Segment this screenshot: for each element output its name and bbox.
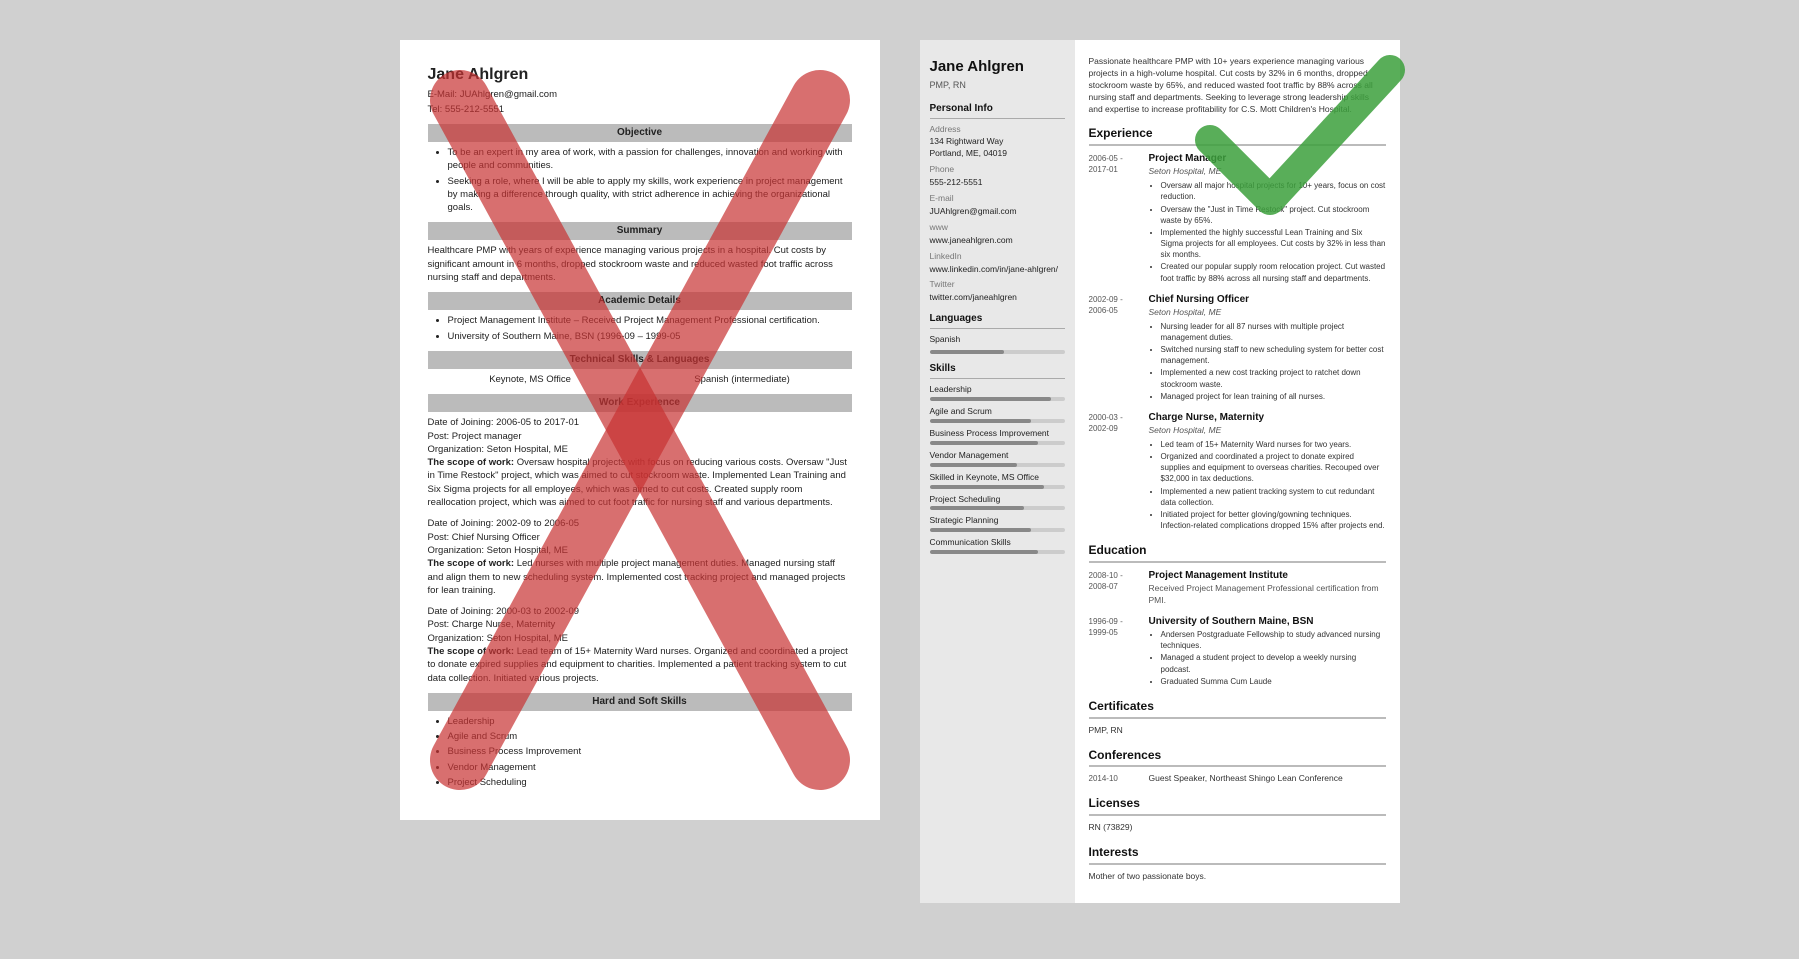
sidebar: Jane Ahlgren PMP, RN Personal Info Addre… <box>920 40 1075 903</box>
skills-col2: Spanish (intermediate) <box>694 373 790 386</box>
bad-resume-tel: Tel: 555-212-5551 <box>428 103 852 116</box>
skill-4: Vendor Management <box>448 761 852 774</box>
work-org-2: Organization: Seton Hospital, ME <box>428 544 852 557</box>
language-spanish: Spanish <box>930 334 1065 346</box>
scope-label-1: The scope of work: <box>428 457 515 468</box>
certificates-section-title: Certificates <box>1089 698 1386 719</box>
skill-1: Leadership <box>448 715 852 728</box>
good-resume-name: Jane Ahlgren <box>930 56 1065 77</box>
work-org-1: Organization: Seton Hospital, ME <box>428 443 852 456</box>
linkedin-value: www.linkedin.com/in/jane-ahlgren/ <box>930 264 1065 276</box>
www-label: www <box>930 222 1065 234</box>
objective-header: Objective <box>428 124 852 142</box>
interest-entry: Mother of two passionate boys. <box>1089 871 1386 883</box>
exp-entry-1: 2006-05 -2017-01 Project Manager Seton H… <box>1089 152 1386 285</box>
summary-text: Healthcare PMP with years of experience … <box>428 244 852 284</box>
work-scope-1: The scope of work: Oversaw hospital proj… <box>428 456 852 509</box>
exp-entry-3: 2000-03 -2002-09 Charge Nurse, Maternity… <box>1089 411 1386 532</box>
twitter-label: Twitter <box>930 279 1065 291</box>
scope-label-2: The scope of work: <box>428 558 515 569</box>
work-post-1: Post: Project manager <box>428 430 852 443</box>
phone-value: 555-212-5551 <box>930 177 1065 189</box>
address-value: 134 Rightward WayPortland, ME, 04019 <box>930 136 1065 160</box>
skill-communication: Communication Skills <box>930 537 1065 554</box>
work-entry-1: Date of Joining: 2006-05 to 2017-01 Post… <box>428 416 852 509</box>
work-org-3: Organization: Seton Hospital, ME <box>428 632 852 645</box>
academic-item-2: University of Southern Maine, BSN (1996-… <box>448 330 852 343</box>
skill-bpi: Business Process Improvement <box>930 428 1065 445</box>
skill-vendor: Vendor Management <box>930 450 1065 467</box>
skill-3: Business Process Improvement <box>448 745 852 758</box>
certificate-entry: PMP, RN <box>1089 725 1386 737</box>
address-label: Address <box>930 124 1065 136</box>
skills-header: Technical Skills & Languages <box>428 351 852 369</box>
skill-scheduling: Project Scheduling <box>930 494 1065 511</box>
work-entry-2: Date of Joining: 2002-09 to 2006-05 Post… <box>428 517 852 597</box>
bad-resume: Jane Ahlgren E-Mail: JUAhlgren@gmail.com… <box>400 40 880 820</box>
conference-entry: 2014-10 Guest Speaker, Northeast Shingo … <box>1089 773 1386 785</box>
scope-label-3: The scope of work: <box>428 646 515 657</box>
skills-row: Keynote, MS Office Spanish (intermediate… <box>428 373 852 386</box>
good-resume-title: PMP, RN <box>930 79 1065 92</box>
language-bar <box>930 350 1065 354</box>
work-post-3: Post: Charge Nurse, Maternity <box>428 618 852 631</box>
email-value: JUAhlgren@gmail.com <box>930 206 1065 218</box>
academic-item-1: Project Management Institute – Received … <box>448 314 852 327</box>
objective-item-2: Seeking a role, where I will be able to … <box>448 175 852 215</box>
skills-section: Skills <box>930 362 1065 379</box>
skill-5: Project Scheduling <box>448 776 852 789</box>
skills-list: Leadership Agile and Scrum Business Proc… <box>428 715 852 789</box>
skills-col1: Keynote, MS Office <box>489 373 571 386</box>
education-section-title: Education <box>1089 542 1386 563</box>
work-post-2: Post: Chief Nursing Officer <box>428 531 852 544</box>
email-label: E-mail <box>930 193 1065 205</box>
work-header: Work Experience <box>428 394 852 412</box>
skill-agile: Agile and Scrum <box>930 406 1065 423</box>
bad-resume-email: E-Mail: JUAhlgren@gmail.com <box>428 88 852 101</box>
edu-entry-1: 2008-10 -2008-07 Project Management Inst… <box>1089 569 1386 609</box>
main-content: Passionate healthcare PMP with 10+ years… <box>1075 40 1400 903</box>
conferences-section-title: Conferences <box>1089 747 1386 768</box>
bad-resume-name: Jane Ahlgren <box>428 64 852 86</box>
work-scope-3: The scope of work: Lead team of 15+ Mate… <box>428 645 852 685</box>
www-value: www.janeahlgren.com <box>930 235 1065 247</box>
academic-list: Project Management Institute – Received … <box>428 314 852 343</box>
linkedin-label: LinkedIn <box>930 251 1065 263</box>
good-resume: Jane Ahlgren PMP, RN Personal Info Addre… <box>920 40 1400 903</box>
skill-strategic: Strategic Planning <box>930 515 1065 532</box>
main-summary: Passionate healthcare PMP with 10+ years… <box>1089 56 1386 115</box>
skill-keynote: Skilled in Keynote, MS Office <box>930 472 1065 489</box>
academic-header: Academic Details <box>428 292 852 310</box>
languages-section: Languages <box>930 312 1065 329</box>
work-scope-2: The scope of work: Led nurses with multi… <box>428 557 852 597</box>
hard-soft-header: Hard and Soft Skills <box>428 693 852 711</box>
phone-label: Phone <box>930 164 1065 176</box>
work-date-2: Date of Joining: 2002-09 to 2006-05 <box>428 517 852 530</box>
licenses-section-title: Licenses <box>1089 795 1386 816</box>
objective-list: To be an expert in my area of work, with… <box>428 146 852 214</box>
edu-entry-2: 1996-09 -1999-05 University of Southern … <box>1089 615 1386 688</box>
objective-item-1: To be an expert in my area of work, with… <box>448 146 852 173</box>
work-date-3: Date of Joining: 2000-03 to 2002-09 <box>428 605 852 618</box>
interests-section-title: Interests <box>1089 844 1386 865</box>
exp-entry-2: 2002-09 -2006-05 Chief Nursing Officer S… <box>1089 293 1386 403</box>
license-entry: RN (73829) <box>1089 822 1386 834</box>
experience-section-title: Experience <box>1089 125 1386 146</box>
work-date-1: Date of Joining: 2006-05 to 2017-01 <box>428 416 852 429</box>
summary-header: Summary <box>428 222 852 240</box>
work-entry-3: Date of Joining: 2000-03 to 2002-09 Post… <box>428 605 852 685</box>
skill-2: Agile and Scrum <box>448 730 852 743</box>
personal-info-section: Personal Info <box>930 102 1065 119</box>
skill-leadership: Leadership <box>930 384 1065 401</box>
twitter-value: twitter.com/janeahlgren <box>930 292 1065 304</box>
